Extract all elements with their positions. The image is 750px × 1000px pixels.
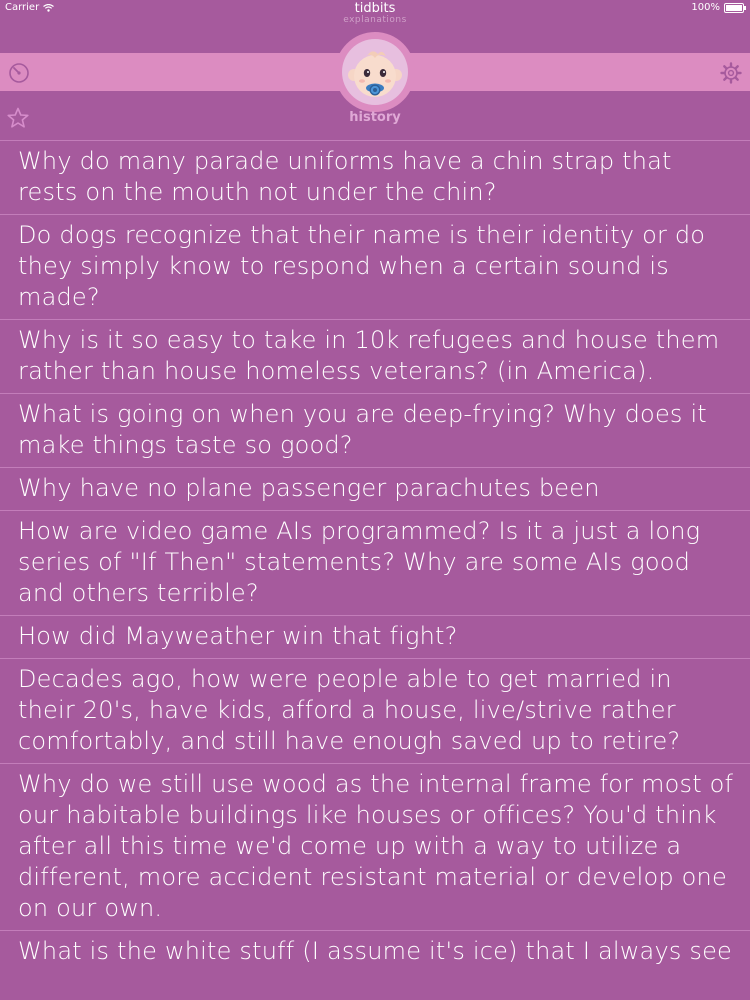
list-item[interactable]: What is the white stuff (I assume it's i… xyxy=(0,930,750,973)
list-item[interactable]: How are video game AIs programmed? Is it… xyxy=(0,510,750,615)
question-list: Why do many parade uniforms have a chin … xyxy=(0,140,750,973)
app-title: tidbits xyxy=(354,1,396,16)
dashboard-gauge-icon[interactable] xyxy=(8,62,30,84)
list-item[interactable]: Why is it so easy to take in 10k refugee… xyxy=(0,319,750,393)
app-subtitle: explanations xyxy=(343,15,407,25)
list-item[interactable]: Do dogs recognize that their name is the… xyxy=(0,214,750,319)
list-item[interactable]: Why do we still use wood as the internal… xyxy=(0,763,750,930)
list-item[interactable]: What is going on when you are deep-fryin… xyxy=(0,393,750,467)
history-label: history xyxy=(349,110,401,125)
list-item[interactable]: Decades ago, how were people able to get… xyxy=(0,658,750,763)
gear-icon[interactable] xyxy=(720,62,742,84)
list-item[interactable]: Why do many parade uniforms have a chin … xyxy=(0,140,750,214)
list-item[interactable]: How did Mayweather win that fight? xyxy=(0,615,750,658)
list-item[interactable]: Why have no plane passenger parachutes b… xyxy=(0,467,750,510)
baby-face-icon[interactable] xyxy=(342,39,408,105)
